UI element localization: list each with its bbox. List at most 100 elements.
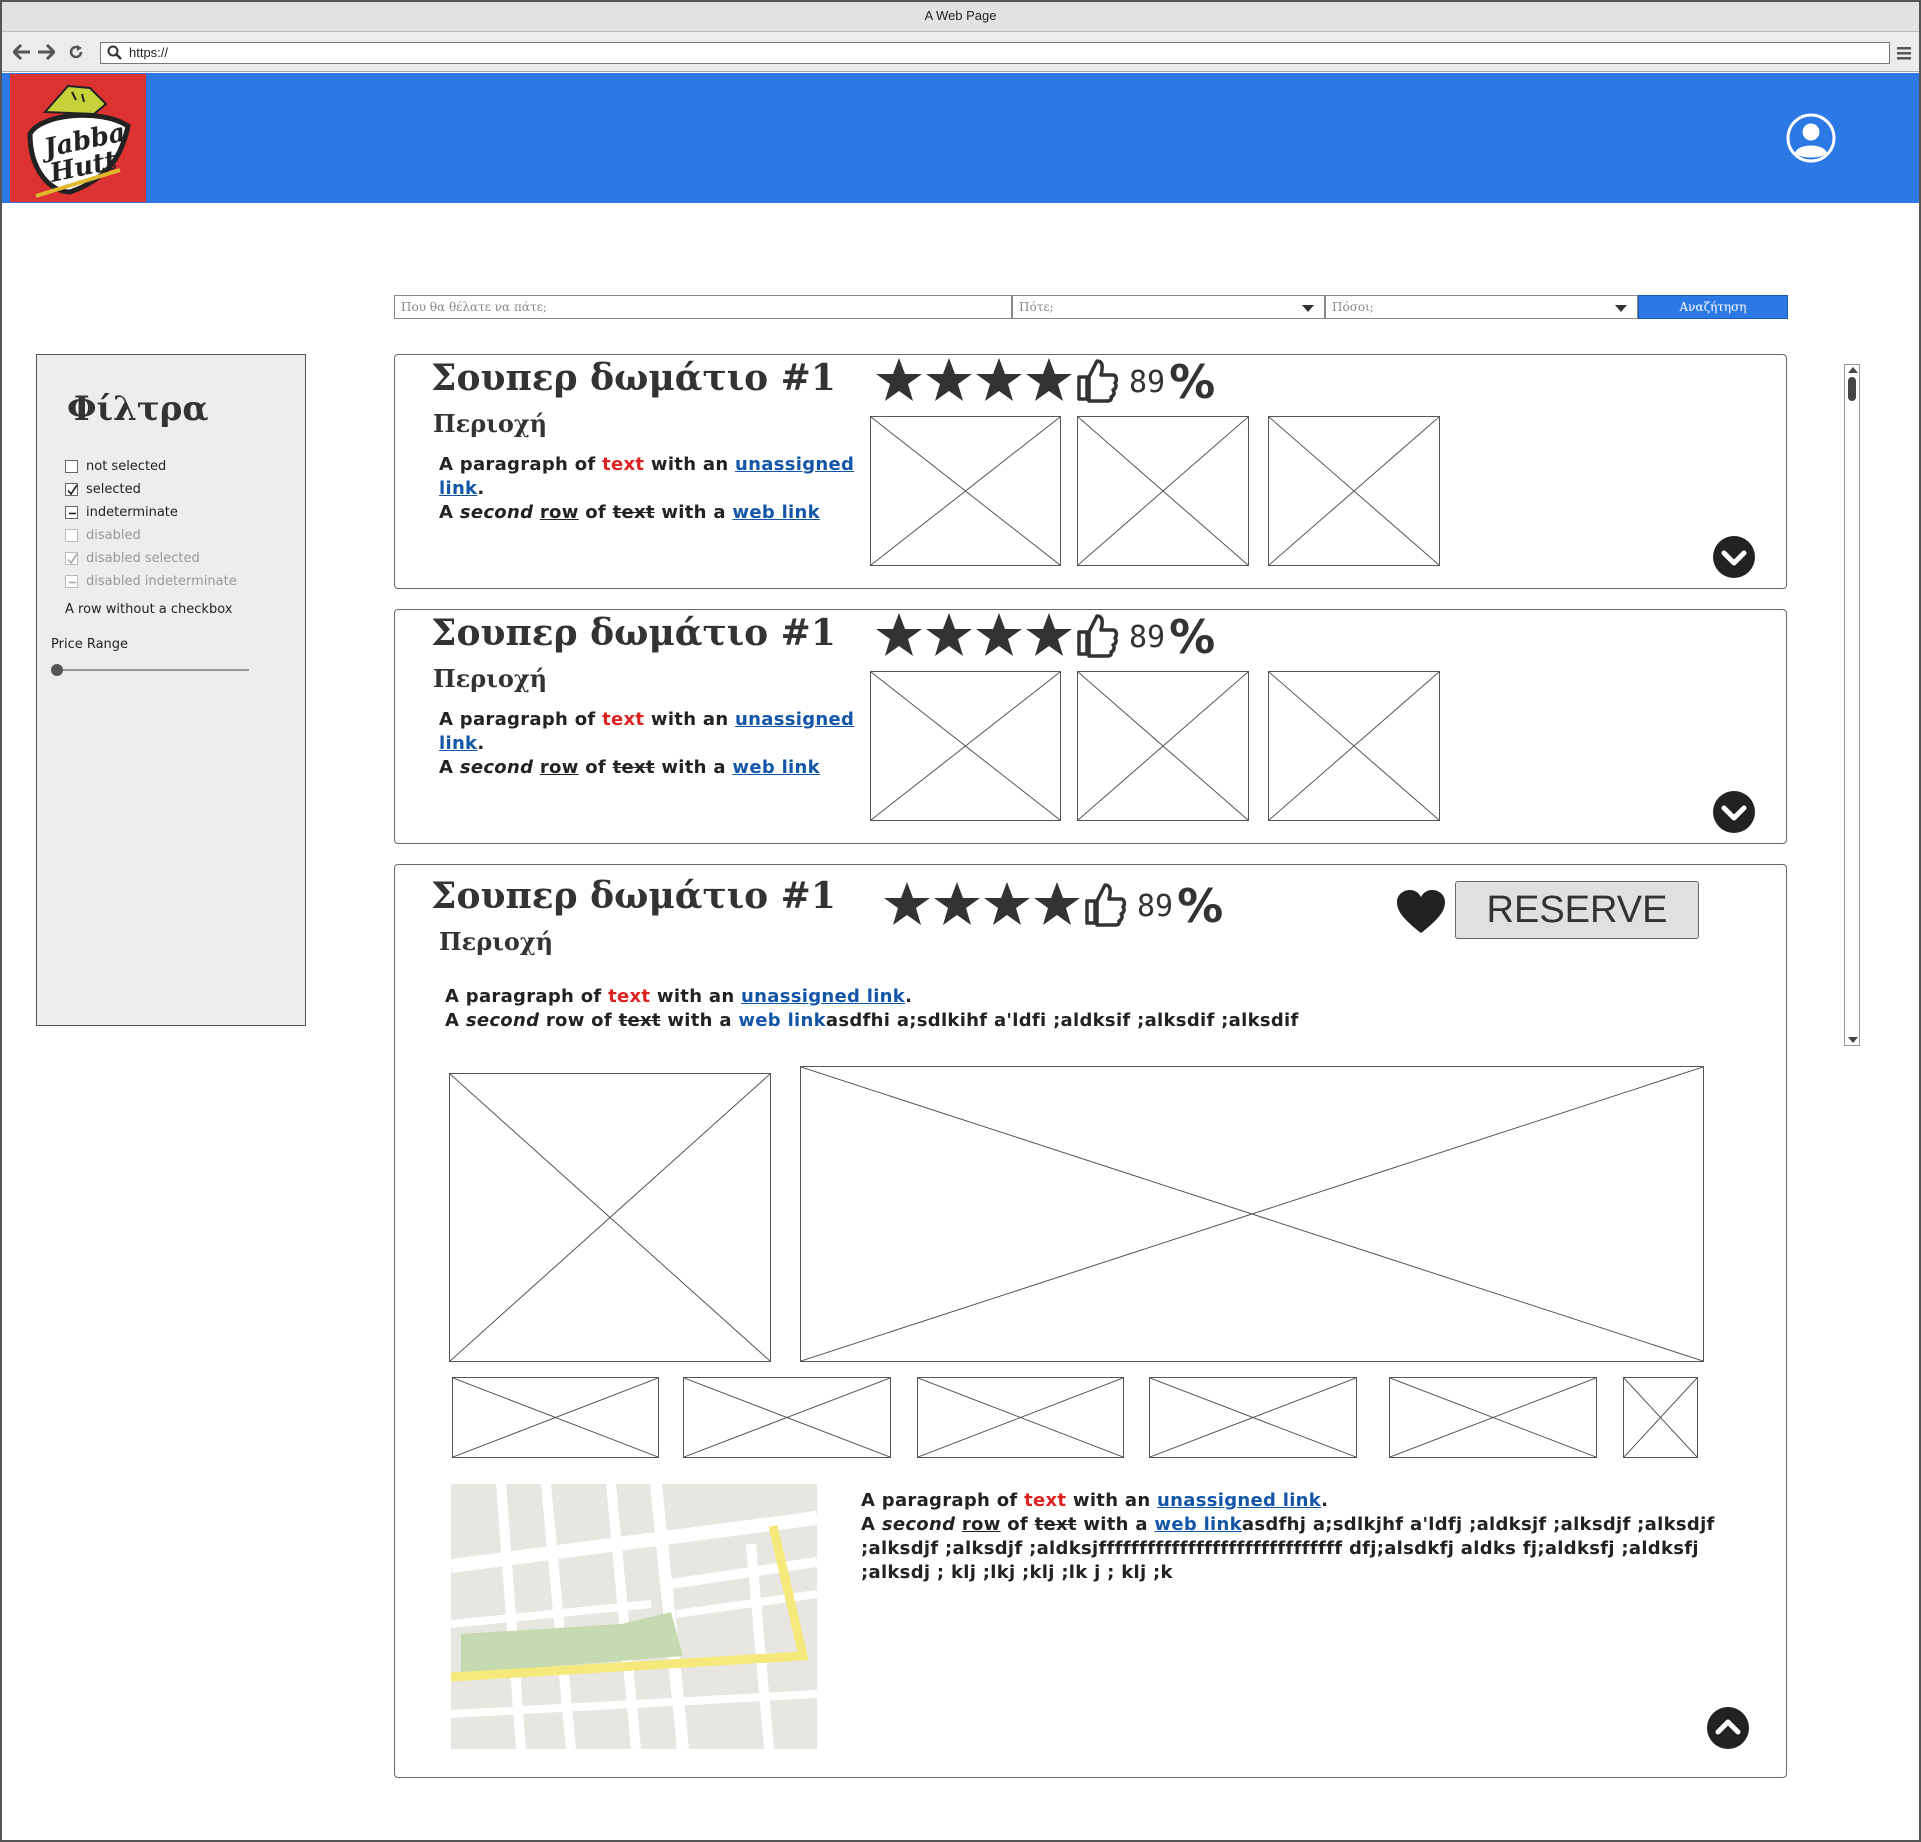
photo-thumb[interactable] (1149, 1377, 1357, 1458)
listing-rating: 89% (875, 610, 1215, 664)
photo-thumb[interactable] (1623, 1377, 1698, 1458)
chevron-down-icon (1721, 805, 1747, 821)
percent-sign: % (1177, 879, 1224, 933)
user-avatar-icon[interactable] (1786, 113, 1836, 163)
back-arrow-icon[interactable] (12, 43, 32, 61)
filter-option-label: selected (86, 481, 141, 497)
browser-navbar: https:// (2, 32, 1919, 72)
star-icon (933, 881, 981, 931)
collapse-button[interactable] (1707, 1707, 1749, 1749)
chevron-down-icon (1615, 305, 1627, 312)
filter-option: disabled selected (65, 547, 200, 569)
photo-thumb[interactable] (1077, 416, 1249, 566)
photo-thumb[interactable] (1077, 671, 1249, 821)
photo-thumb[interactable] (683, 1377, 891, 1458)
heart-icon[interactable] (1395, 889, 1447, 935)
web-link[interactable]: web link (1154, 1514, 1242, 1535)
scroll-up-arrow-icon[interactable] (1848, 367, 1858, 373)
listing-card[interactable]: Σουπερ δωμάτιο #1 Περιοχή 89% A paragraph o… (394, 609, 1787, 844)
price-range-handle[interactable] (51, 664, 63, 676)
checkbox[interactable] (65, 482, 78, 496)
expand-button[interactable] (1713, 791, 1755, 833)
thumbs-up-icon (1075, 612, 1119, 662)
photo-main[interactable] (449, 1073, 771, 1362)
url-bar[interactable]: https:// (100, 42, 1890, 64)
star-icon (983, 881, 1031, 931)
browser-menu-icon[interactable] (1896, 45, 1912, 61)
guests-select[interactable]: Πόσοι; (1325, 295, 1638, 319)
listing-summary: A paragraph of text with an unassigned l… (439, 709, 855, 778)
star-icon (925, 357, 973, 407)
photo-thumb[interactable] (870, 416, 1061, 566)
star-icon (883, 881, 931, 931)
listing-summary: A paragraph of text with an unassigned l… (445, 986, 1299, 1031)
rating-percent: 89 (1129, 364, 1166, 400)
photo-thumb[interactable] (1268, 671, 1440, 821)
listing-title: Σουπερ δωμάτιο #1 (431, 357, 836, 399)
filter-option[interactable]: not selected (65, 455, 166, 477)
reload-icon[interactable] (66, 43, 86, 61)
unassigned-link[interactable]: unassigned link (1157, 1490, 1321, 1511)
scroll-down-arrow-icon[interactable] (1848, 1037, 1858, 1043)
thumbs-up-icon (1083, 881, 1127, 931)
site-header: Jabba Hutt (2, 73, 1919, 203)
results-scrollbar[interactable] (1844, 364, 1860, 1046)
thumbs-up-icon (1075, 357, 1119, 407)
photo-thumb[interactable] (917, 1377, 1124, 1458)
star-icon (1025, 612, 1073, 662)
filter-option-label: disabled indeterminate (86, 573, 237, 589)
filter-option[interactable]: selected (65, 478, 141, 500)
filter-option-label: disabled (86, 527, 141, 543)
search-button[interactable]: Αναζήτηση (1638, 295, 1788, 319)
star-icon (925, 612, 973, 662)
checkbox (65, 528, 78, 542)
price-range-track[interactable] (53, 669, 249, 671)
chevron-down-icon (1721, 550, 1747, 566)
window-titlebar: A Web Page (2, 2, 1919, 32)
listing-title: Σουπερ δωμάτιο #1 (431, 875, 836, 917)
checkbox (65, 574, 78, 588)
listing-card[interactable]: Σουπερ δωμάτιο #1 Περιοχή 89% A paragraph o… (394, 354, 1787, 589)
star-icon (875, 357, 923, 407)
destination-input[interactable]: Που θα θέλατε να πάτε; (394, 295, 1012, 319)
photo-thumb[interactable] (870, 671, 1061, 821)
scroll-thumb[interactable] (1848, 377, 1856, 401)
guests-select-label: Πόσοι; (1332, 300, 1374, 314)
star-icon (975, 357, 1023, 407)
date-select-label: Πότε; (1019, 300, 1054, 314)
filter-option: disabled (65, 524, 141, 546)
search-bar: Που θα θέλατε να πάτε; Πότε; Πόσοι; Αναζ… (394, 295, 1788, 319)
search-icon (107, 45, 123, 67)
expand-button[interactable] (1713, 536, 1755, 578)
window-title: A Web Page (924, 8, 997, 23)
photo-wide[interactable] (800, 1066, 1704, 1362)
web-link[interactable]: web link (738, 1010, 826, 1031)
listing-rating: 89 % (883, 879, 1223, 933)
forward-arrow-icon[interactable] (36, 43, 56, 61)
filter-plain-row: A row without a checkbox (65, 601, 233, 617)
filter-option[interactable]: indeterminate (65, 501, 178, 523)
location-map[interactable] (451, 1484, 817, 1749)
checkbox (65, 551, 78, 565)
date-select[interactable]: Πότε; (1012, 295, 1325, 319)
filter-option-label: not selected (86, 458, 167, 474)
listing-title: Σουπερ δωμάτιο #1 (431, 612, 836, 654)
photo-thumb[interactable] (1389, 1377, 1597, 1458)
web-link[interactable]: web link (732, 502, 820, 523)
checkbox[interactable] (65, 459, 78, 473)
listing-area: Περιοχή (433, 664, 548, 693)
photo-thumb[interactable] (1268, 416, 1440, 566)
browser-window: A Web Page https:// Jabba Hutt Που θα θέ… (0, 0, 1921, 1842)
reserve-button[interactable]: RESERVE (1455, 881, 1699, 939)
listing-area: Περιοχή (433, 409, 548, 438)
url-text: https:// (129, 45, 169, 60)
chevron-up-icon (1715, 1719, 1741, 1735)
web-link[interactable]: web link (732, 757, 820, 778)
rating-percent: 89 (1129, 619, 1166, 655)
unassigned-link[interactable]: unassigned link (741, 986, 905, 1007)
photo-thumb[interactable] (452, 1377, 659, 1458)
filters-panel: Φίλτρα not selected selected indeterminate… (36, 354, 306, 1026)
brand-logo[interactable]: Jabba Hutt (10, 74, 146, 202)
star-icon (1033, 881, 1081, 931)
checkbox[interactable] (65, 505, 78, 519)
